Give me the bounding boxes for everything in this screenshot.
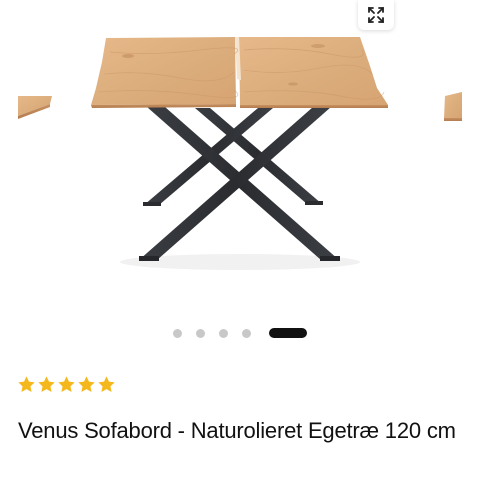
carousel-dot-4[interactable] (242, 328, 251, 338)
star-rating[interactable] (17, 375, 116, 394)
carousel-dot-1[interactable] (173, 328, 182, 338)
product-page: Venus Sofabord - Naturolieret Egetræ 120… (0, 0, 480, 480)
star-icon (78, 376, 95, 392)
fullscreen-button[interactable] (358, 0, 394, 30)
star-icon (98, 376, 115, 392)
star-icon (18, 376, 35, 392)
carousel-dot-2[interactable] (196, 328, 205, 338)
next-slide-peek (444, 92, 462, 121)
star-icon (58, 376, 75, 392)
product-image[interactable] (0, 0, 480, 310)
carousel-pagination (0, 326, 480, 340)
table-legs (139, 107, 340, 261)
carousel-dot-3[interactable] (219, 328, 228, 338)
expand-arrows-icon (368, 7, 384, 23)
carousel-dot-5-active[interactable] (269, 328, 307, 338)
product-image-gallery[interactable] (0, 0, 480, 310)
tabletop (91, 37, 388, 108)
star-icon (38, 376, 55, 392)
product-title: Venus Sofabord - Naturolieret Egetræ 120… (18, 418, 456, 443)
previous-slide-peek (18, 96, 52, 119)
